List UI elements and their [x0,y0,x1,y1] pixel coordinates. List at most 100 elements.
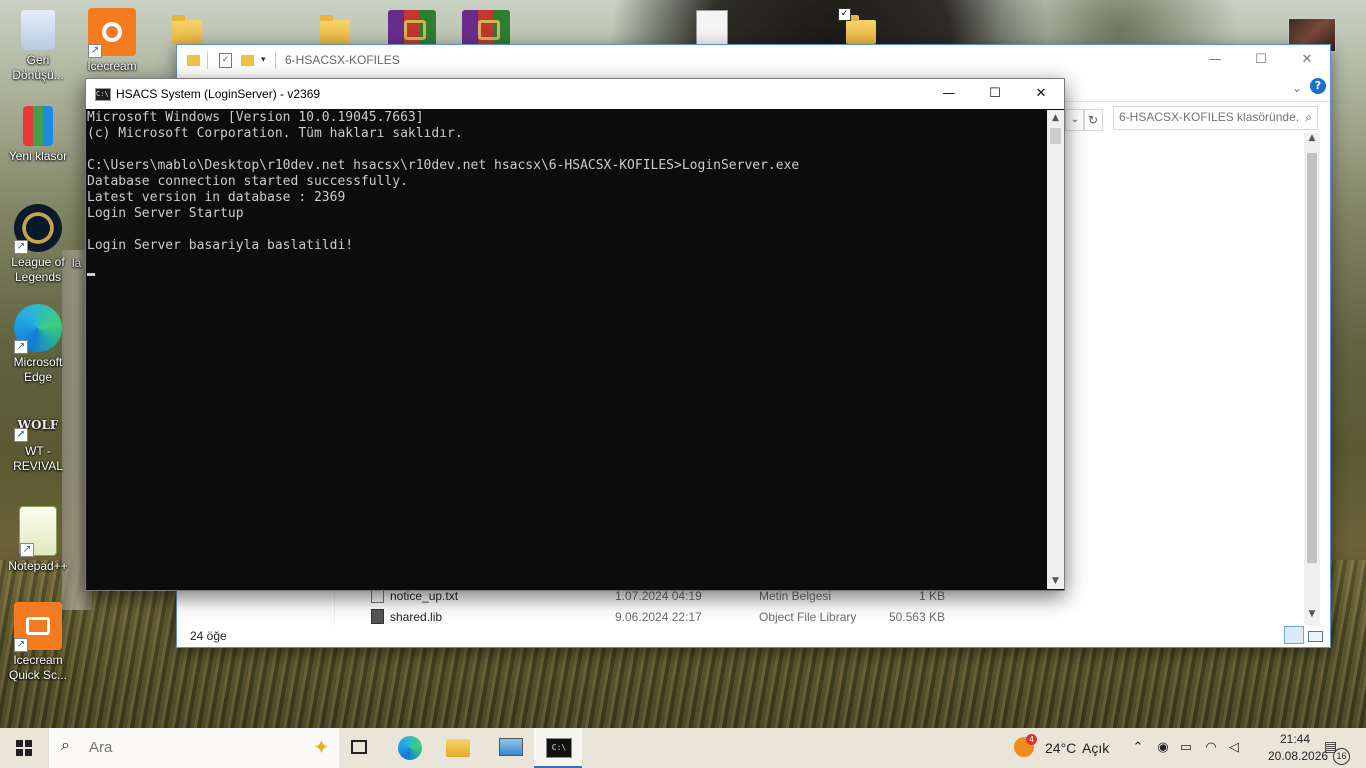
text-document-icon[interactable] [696,10,728,48]
text-cursor [87,273,95,276]
weather-temperature[interactable]: 24°C [1045,740,1076,756]
file-list-scrollbar[interactable]: ▲ ▼ [1304,133,1320,625]
console-titlebar[interactable]: C:\ HSACS System (LoginServer) - v2369 —… [86,79,1064,109]
edge-icon: ↗ [14,304,62,354]
clock-date[interactable]: 20.08.2026 [1268,749,1328,763]
explorer-titlebar[interactable]: ✓ ▾ 6-HSACSX-KOFILES — ☐ ✕ [177,45,1330,75]
maximize-button[interactable]: ☐ [972,79,1018,109]
winrar-archive-icon[interactable] [388,10,436,46]
console-title: HSACS System (LoginServer) - v2369 [116,87,321,101]
taskbar-command-prompt[interactable]: C:\ [534,728,582,768]
close-button[interactable]: ✕ [1018,79,1064,109]
desktop-icon-recycle-bin[interactable]: Geri Dönüşü... [0,8,76,83]
details-view-icon[interactable] [1284,626,1304,644]
console-output[interactable]: Microsoft Windows [Version 10.0.19045.76… [86,110,1047,588]
minimize-button[interactable]: — [926,79,972,109]
ribbon-expand-icon[interactable]: ⌄ [1292,81,1302,95]
meet-now-icon[interactable]: ◉ [1153,739,1173,755]
file-size: 50.563 KB [888,610,945,624]
library-file-icon [371,609,384,624]
league-of-legends-icon: ↗ [14,204,62,254]
folder-icon [187,53,201,67]
taskbar-search[interactable]: ⌕ ✦ [48,728,339,768]
item-count-status: 24 öğe [190,629,227,643]
wifi-icon[interactable]: ◠ [1201,739,1221,755]
close-button[interactable]: ✕ [1284,45,1330,75]
shortcut-arrow-icon: ↗ [14,340,28,354]
console-line: (c) Microsoft Corporation. Tüm hakları s… [87,126,463,141]
large-icons-view-icon[interactable] [1306,628,1324,644]
shortcut-arrow-icon: ↗ [14,428,28,442]
desktop-folder-icon[interactable] [320,10,350,44]
new-folder-icon[interactable] [241,53,255,67]
desktop-icon-notepadpp[interactable]: ↗ Notepad++ [0,506,76,574]
help-icon[interactable]: ? [1310,78,1326,94]
icecream-screenshot-icon: ↗ [14,602,62,652]
desktop-icon-label: Icecream Quick Sc... [8,653,67,682]
scroll-up-icon[interactable]: ▲ [1047,110,1064,126]
weather-alert-badge: 4 [1026,734,1037,745]
weather-condition[interactable]: Açık [1082,740,1109,756]
maximize-button[interactable]: ☐ [1238,45,1284,75]
desktop-folder-icon[interactable] [172,10,202,44]
remote-desktop-icon [499,738,523,756]
search-input[interactable] [1114,107,1299,127]
taskbar-remote-desktop[interactable] [486,728,534,768]
explorer-title: 6-HSACSX-KOFILES [285,53,400,67]
task-view-icon [351,740,367,754]
minimize-button[interactable]: — [1192,45,1238,75]
file-explorer-icon [446,739,470,757]
file-type: Object File Library [759,610,857,624]
console-line: Login Server basariyla baslatildi! [87,238,354,253]
chevron-down-icon[interactable]: ▾ [261,55,275,69]
search-icon[interactable]: ⌕ [1305,110,1312,125]
checkbox-icon[interactable]: ✓ [838,8,851,21]
notification-count-badge: 16 [1333,748,1350,765]
folder-icon [320,15,350,44]
desktop-icon-wolfteam[interactable]: WOLF ↗ WT - REVIVAL [0,410,76,474]
desktop-icon-label: WT - REVIVAL [13,444,63,473]
notepadpp-icon: ↗ [19,506,57,557]
desktop-icon-label: League of Legends [11,255,65,284]
taskbar-edge[interactable] [386,728,434,768]
search-highlight-icon[interactable]: ✦ [313,735,330,760]
windows-logo-icon [16,740,32,756]
divider [207,51,208,69]
scrollbar-thumb[interactable] [1307,153,1317,563]
console-line: Login Server Startup [87,206,244,221]
refresh-icon[interactable]: ↻ [1083,109,1103,131]
search-box[interactable]: ⌕ [1113,106,1318,130]
console-line: C:\Users\mablo\Desktop\r10dev.net hsacsx… [87,158,800,173]
taskbar-search-input[interactable] [87,738,251,757]
scroll-up-icon[interactable]: ▲ [1304,133,1320,149]
desktop-icon-label: Microsoft Edge [13,355,63,384]
desktop-icon-label: Yeni klasör [8,149,68,163]
file-date: 9.06.2024 22:17 [615,610,702,624]
taskbar: ⌕ ✦ C:\ 4 24°C Açık ⌃ ◉ ▭ ◠ ◁ 21:44 20.0… [0,728,1366,768]
desktop-icon-new-folder[interactable]: Yeni klasör [0,106,76,164]
battery-icon[interactable]: ▭ [1176,739,1196,755]
file-name: notice_up.txt [390,589,459,603]
desktop-icon-edge[interactable]: ↗ Microsoft Edge [0,304,76,385]
desktop-icon-league-of-legends[interactable]: ↗ League of Legends [0,204,76,285]
start-button[interactable] [0,728,48,768]
console-line: Latest version in database : 2369 [87,190,346,205]
edge-icon [398,736,422,760]
winrar-archive-icon[interactable] [462,10,510,46]
scroll-down-icon[interactable]: ▼ [1047,573,1064,589]
command-prompt-icon[interactable]: C:\ [95,88,111,101]
task-view-button[interactable] [336,728,384,768]
desktop-icon-label: Icecream Screen R... [87,59,137,73]
show-hidden-icons-icon[interactable]: ⌃ [1128,739,1148,755]
properties-icon[interactable]: ✓ [219,53,233,68]
scroll-down-icon[interactable]: ▼ [1304,609,1320,625]
desktop-icon-icecream-recorder[interactable]: ↗ Icecream Screen R... [74,8,150,74]
address-dropdown-icon[interactable]: ⌄ [1065,109,1085,131]
taskbar-file-explorer[interactable] [434,728,482,768]
desktop-icon-icecream-screenshot[interactable]: ↗ Icecream Quick Sc... [0,602,76,683]
scrollbar-thumb[interactable] [1050,128,1061,144]
console-scrollbar[interactable]: ▲ ▼ [1047,110,1064,589]
volume-icon[interactable]: ◁ [1224,739,1244,755]
